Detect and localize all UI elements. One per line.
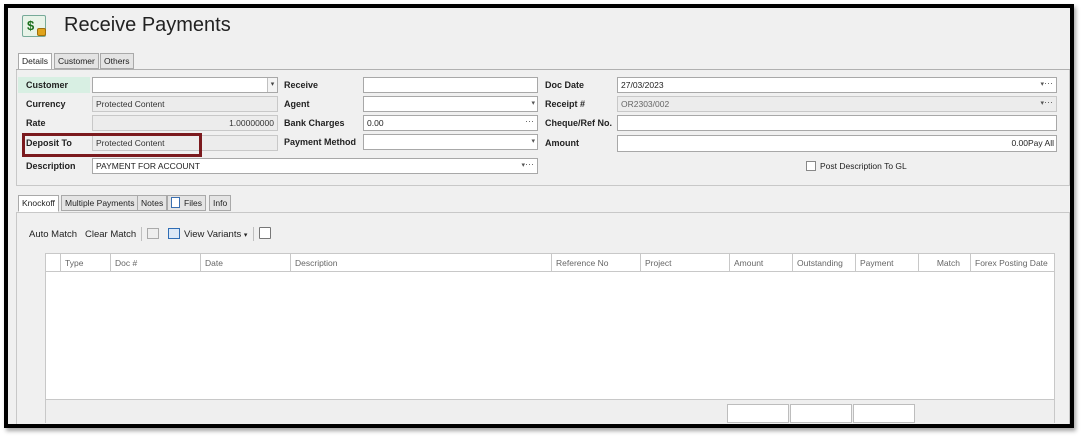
tab-customer[interactable]: Customer	[54, 53, 99, 69]
receipt-no-field[interactable]: OR2303/002 ▾ ···	[617, 96, 1057, 112]
view-variants-label: View Variants	[184, 229, 242, 240]
bank-charges-value: 0.00	[367, 118, 384, 128]
amount-field[interactable]: 0.00	[617, 135, 1057, 152]
ellipsis-icon[interactable]: ···	[525, 159, 534, 171]
knockoff-grid[interactable]: Type Doc # Date Description Reference No…	[45, 253, 1055, 423]
receive-label: Receive	[284, 80, 319, 90]
grid-icon[interactable]	[147, 228, 159, 239]
auto-match-button[interactable]: Auto Match	[29, 228, 77, 242]
clear-match-button[interactable]: Clear Match	[85, 228, 136, 242]
cheque-ref-field[interactable]	[617, 115, 1057, 131]
tab-files[interactable]: Files	[167, 195, 206, 211]
doc-date-value: 27/03/2023	[621, 80, 664, 90]
rate-label: Rate	[26, 118, 46, 128]
tab-details[interactable]: Details	[18, 53, 52, 70]
chevron-down-icon[interactable]: ▾	[531, 135, 535, 149]
doc-date-field[interactable]: 27/03/2023 ▾ ···	[617, 77, 1057, 93]
amount-label: Amount	[545, 138, 579, 148]
window-frame: $ Receive Payments Details Customer Othe…	[4, 4, 1074, 428]
column-header-description[interactable]: Description	[290, 254, 551, 272]
grid-header: Type Doc # Date Description Reference No…	[46, 254, 1054, 272]
column-header-date[interactable]: Date	[200, 254, 290, 272]
currency-label: Currency	[26, 99, 66, 109]
file-icon	[171, 197, 180, 208]
tab-info[interactable]: Info	[209, 195, 232, 211]
payment-method-label: Payment Method	[284, 137, 357, 147]
receive-field[interactable]	[363, 77, 538, 93]
deposit-to-highlight	[22, 133, 202, 157]
column-header-project[interactable]: Project	[640, 254, 729, 272]
bank-charges-field[interactable]: 0.00 ···	[363, 115, 538, 131]
chevron-down-icon[interactable]: ▾	[267, 78, 277, 92]
view-variants-button[interactable]: View Variants ▾	[184, 228, 247, 243]
receipt-no-value: OR2303/002	[621, 99, 670, 109]
column-header-payment[interactable]: Payment	[855, 254, 918, 272]
column-header-doc-no[interactable]: Doc #	[110, 254, 200, 272]
column-header-amount[interactable]: Amount	[729, 254, 792, 272]
toolbar-separator	[253, 227, 254, 241]
tab-knockoff[interactable]: Knockoff	[18, 195, 59, 212]
ellipsis-icon[interactable]: ···	[1044, 78, 1053, 90]
description-value: PAYMENT FOR ACCOUNT	[96, 161, 200, 171]
tab-others[interactable]: Others	[100, 53, 134, 69]
description-field[interactable]: PAYMENT FOR ACCOUNT ▾ ···	[92, 158, 538, 174]
column-header-match[interactable]: Match	[918, 254, 970, 272]
customer-label: Customer	[18, 77, 90, 93]
payment-method-field[interactable]: ▾	[363, 134, 538, 150]
rate-field[interactable]: 1.00000000	[92, 115, 278, 131]
agent-field[interactable]: ▾	[363, 96, 538, 112]
column-header-type[interactable]: Type	[60, 254, 110, 272]
cheque-ref-label: Cheque/Ref No.	[545, 118, 613, 128]
find-icon[interactable]	[259, 227, 271, 239]
chevron-down-icon[interactable]: ▾	[531, 97, 535, 111]
payment-total-cell	[853, 404, 915, 423]
tab-multiple-payments[interactable]: Multiple Payments	[61, 195, 139, 211]
view-variants-icon	[168, 228, 180, 239]
ellipsis-icon[interactable]: ···	[525, 116, 534, 128]
receipt-no-label: Receipt #	[545, 99, 586, 109]
currency-field: Protected Content	[92, 96, 278, 112]
ellipsis-icon[interactable]: ···	[1044, 97, 1053, 109]
bank-charges-label: Bank Charges	[284, 118, 345, 128]
column-header-outstanding[interactable]: Outstanding	[792, 254, 855, 272]
pay-all-button[interactable]: Pay All	[1028, 137, 1054, 150]
outstanding-total-cell	[790, 404, 852, 423]
agent-label: Agent	[284, 99, 310, 109]
amount-value: 0.00	[1011, 138, 1028, 148]
toolbar-separator	[141, 227, 142, 241]
doc-date-label: Doc Date	[545, 80, 585, 90]
customer-field[interactable]: ▾	[92, 77, 278, 93]
column-header-forex-posting-date[interactable]: Forex Posting Date	[970, 254, 1056, 272]
post-description-label: Post Description To GL	[820, 161, 907, 171]
tab-notes[interactable]: Notes	[137, 195, 168, 211]
page-title: Receive Payments	[64, 14, 231, 36]
post-description-checkbox[interactable]	[806, 161, 816, 171]
amount-total-cell	[727, 404, 789, 423]
description-label: Description	[26, 161, 76, 171]
column-header-reference-no[interactable]: Reference No	[551, 254, 640, 272]
chevron-down-icon: ▾	[243, 232, 248, 239]
money-icon: $	[22, 15, 46, 37]
tab-files-label: Files	[184, 198, 202, 208]
